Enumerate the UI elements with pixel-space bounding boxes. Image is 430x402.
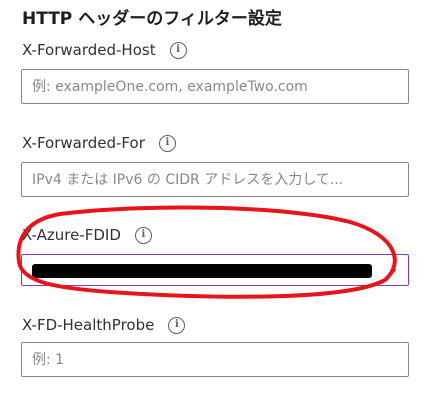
info-icon[interactable]: i — [134, 226, 152, 244]
x-forwarded-host-label-text: X-Forwarded-Host — [22, 41, 156, 59]
x-forwarded-host-input[interactable] — [21, 69, 409, 104]
x-forwarded-for-label-text: X-Forwarded-For — [22, 134, 145, 152]
x-azure-fdid-label-text: X-Azure-FDID — [22, 226, 121, 244]
redacted-value — [32, 264, 372, 278]
x-forwarded-for-input[interactable] — [21, 162, 409, 197]
section-title: HTTP ヘッダーのフィルター設定 — [22, 9, 282, 29]
x-azure-fdid-select[interactable]: ⌄ — [21, 254, 409, 286]
x-forwarded-host-label: X-Forwarded-Host i — [22, 41, 187, 59]
x-fd-healthprobe-label-text: X-FD-HealthProbe — [22, 316, 155, 334]
info-icon[interactable]: i — [169, 41, 187, 59]
x-fd-healthprobe-label: X-FD-HealthProbe i — [22, 316, 186, 334]
x-fd-healthprobe-input[interactable] — [21, 342, 409, 377]
x-forwarded-for-label: X-Forwarded-For i — [22, 134, 176, 152]
x-azure-fdid-label: X-Azure-FDID i — [22, 226, 152, 244]
info-icon[interactable]: i — [168, 316, 186, 334]
info-icon[interactable]: i — [158, 134, 176, 152]
chevron-down-icon[interactable]: ⌄ — [387, 261, 399, 277]
